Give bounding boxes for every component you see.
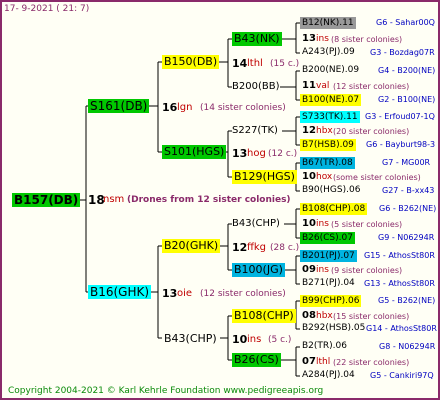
- gen3-c1-queen[interactable]: B43(CHP): [232, 219, 280, 229]
- gen4-note: (8 sister colonies): [331, 35, 403, 44]
- gen1-lower-code: oie: [177, 288, 193, 299]
- gen4-pedigree: G5 - B262(NE): [378, 296, 436, 305]
- gen1-lower-queen[interactable]: B16(GHK): [88, 285, 152, 299]
- gen4-pedigree: G5 - Cankiri97Q: [370, 371, 434, 380]
- gen4-code: hbx: [316, 311, 333, 321]
- gen4-num: 11: [302, 80, 316, 91]
- gen1-upper-queen[interactable]: S161(DB): [88, 99, 150, 113]
- gen4-num: 10: [302, 218, 316, 229]
- gen4-note: (12 sister colonies): [333, 82, 410, 91]
- gen4-note: (22 sister colonies): [333, 358, 410, 367]
- gen4-pedigree: G2 - B100(NE): [378, 95, 436, 104]
- gen2-c-queen[interactable]: B20(GHK): [162, 239, 221, 253]
- gen4-note: (9 sister colonies): [331, 266, 403, 275]
- gen2-b-note: (12 c.): [268, 149, 298, 159]
- gen4-code: ins: [316, 219, 329, 229]
- gen3-d1-queen[interactable]: B108(CHP): [232, 309, 296, 323]
- gen2-c-code: ffkg: [247, 242, 267, 253]
- gen4-pedigree: G4 - B200(NE): [378, 66, 436, 75]
- gen4-queen[interactable]: B100(NE).07: [300, 94, 362, 106]
- gen4-pedigree: G8 - N06294R: [379, 342, 436, 351]
- gen4-queen[interactable]: B201(PJ).07: [300, 250, 357, 262]
- gen4-num: 09: [302, 264, 316, 275]
- gen4-code: hbx: [316, 126, 333, 136]
- gen1-upper-note: (14 sister colonies): [200, 103, 286, 113]
- gen4-pedigree: G7 - MG00R: [382, 158, 431, 167]
- gen1-lower-num: 13: [162, 287, 178, 300]
- gen4-code: ins: [316, 265, 329, 275]
- gen4-pedigree: G6 - Sahar00Q: [376, 18, 435, 27]
- gen2-a-note: (15 c.): [270, 59, 300, 69]
- gen4-code: hox: [316, 172, 333, 182]
- gen2-a-code: lthl: [247, 58, 263, 69]
- gen4-queen[interactable]: B67(TR).08: [300, 157, 355, 169]
- gen4-pedigree: G3 - Bozdag07R: [370, 48, 435, 57]
- gen2-b-code: hog: [247, 148, 266, 159]
- gen4-note: (20 sister colonies): [333, 127, 410, 136]
- gen4-queen[interactable]: B108(CHP).08: [300, 203, 368, 215]
- gen4-pedigree: G9 - N06294R: [378, 233, 435, 242]
- gen4-queen[interactable]: B12(NK).11: [300, 17, 356, 29]
- gen4-code: ins: [316, 34, 329, 44]
- gen2-c-note: (28 c.): [270, 243, 300, 253]
- gen4-pedigree: G27 - B-xx43: [382, 186, 435, 195]
- gen4-note: (5 sister colonies): [331, 220, 403, 229]
- gen4-pedigree: G15 - AthosSt80R: [364, 251, 435, 260]
- gen4-queen[interactable]: B99(CHP).06: [300, 295, 362, 307]
- gen4-pedigree: G3 - Erfoud07-1Q: [365, 112, 435, 121]
- gen4-queen[interactable]: B26(CS).07: [300, 232, 355, 244]
- gen4-pedigree: G14 - AthosSt80R: [366, 324, 437, 333]
- root-code: nsm: [103, 194, 125, 205]
- gen2-c-num: 12: [232, 241, 248, 254]
- gen4-queen[interactable]: B7(HSB).09: [300, 139, 356, 151]
- gen4-queen[interactable]: B2(TR).06: [302, 342, 347, 351]
- gen2-b-queen[interactable]: S101(HGS): [162, 145, 227, 159]
- gen2-a-num: 14: [232, 57, 248, 70]
- gen3-c2-queen[interactable]: B100(JG): [232, 263, 285, 277]
- gen4-pedigree: G13 - AthosSt80R: [364, 279, 435, 288]
- gen4-code: lthl: [316, 357, 331, 367]
- gen4-queen[interactable]: A243(PJ).09: [302, 48, 355, 57]
- gen4-num: 12: [302, 125, 316, 136]
- gen4-queen[interactable]: B292(HSB).05: [302, 324, 365, 333]
- copyright-footer[interactable]: Copyright 2004-2021 © Karl Kehrle Founda…: [8, 386, 323, 396]
- gen3-b2-queen[interactable]: B129(HGS): [232, 170, 297, 184]
- gen4-queen[interactable]: S733(TK).11: [300, 111, 360, 123]
- gen3-a2-queen[interactable]: B200(BB): [232, 82, 279, 92]
- root-queen[interactable]: B157(DB): [12, 193, 81, 207]
- root-note: (Drones from 12 sister colonies): [127, 195, 291, 205]
- gen4-queen[interactable]: B271(PJ).04: [302, 279, 355, 288]
- gen4-num: 10: [302, 171, 316, 182]
- gen2-a-queen[interactable]: B150(DB): [162, 55, 220, 69]
- gen1-upper-num: 16: [162, 101, 178, 114]
- gen2-d-note: (5 c.): [268, 335, 292, 345]
- pedigree-frame: 17- 9-2021 ( 21: 7) B157(DB) 18 nsm (Dro…: [0, 0, 440, 400]
- gen4-num: 07: [302, 356, 316, 367]
- gen2-d-code: ins: [247, 334, 262, 345]
- gen1-upper-code: lgn: [177, 102, 193, 113]
- gen4-queen[interactable]: B200(NE).09: [302, 66, 359, 75]
- gen4-queen[interactable]: A284(PJ).04: [302, 371, 355, 380]
- gen3-d2-queen[interactable]: B26(CS): [232, 353, 281, 367]
- gen3-a1-queen[interactable]: B43(NK): [232, 32, 282, 46]
- gen4-pedigree: G6 - B262(NE): [379, 204, 437, 213]
- gen2-d-num: 10: [232, 333, 248, 346]
- gen4-code: val: [316, 81, 330, 91]
- gen4-queen[interactable]: B90(HGS).06: [302, 186, 360, 195]
- gen4-num: 08: [302, 310, 316, 321]
- gen4-pedigree: G6 - Bayburt98-3: [366, 140, 436, 149]
- gen4-note: (some sister colonies): [333, 173, 421, 182]
- gen4-num: 13: [302, 33, 316, 44]
- gen1-lower-note: (12 sister colonies): [200, 289, 286, 299]
- gen2-d-queen[interactable]: B43(CHP): [164, 333, 217, 344]
- gen3-b1-queen[interactable]: S227(TK): [232, 126, 278, 136]
- gen2-b-num: 13: [232, 147, 248, 160]
- gen4-note: (15 sister colonies): [333, 312, 410, 321]
